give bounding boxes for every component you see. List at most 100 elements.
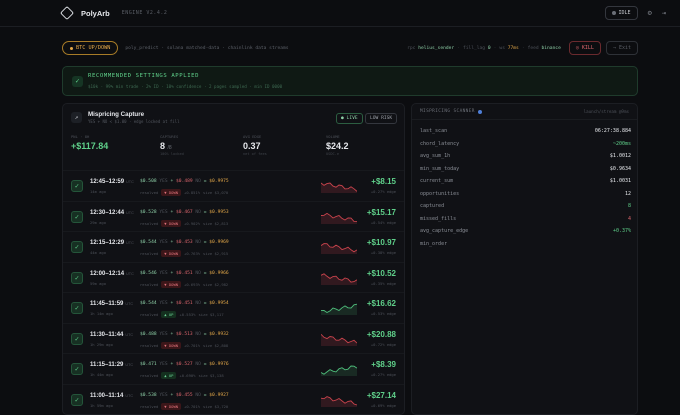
row-prices: $0.508 YES + $0.489 NO = $0.9975 — [140, 179, 229, 184]
field-value: 8 — [627, 203, 631, 209]
scanner-header: MISPRICING SCANNER — [420, 109, 482, 114]
yes-price: $0.538 — [140, 392, 157, 398]
ws-label: ws — [499, 45, 505, 51]
sum-price: $0.9953 — [209, 209, 229, 215]
row-size: size $3,070 — [203, 190, 229, 195]
row-edge: +0.69% edge — [370, 402, 396, 408]
row-size: size $2,813 — [203, 220, 229, 226]
row-ago: 29m ago — [90, 219, 107, 225]
rpc-label: rpc — [407, 45, 416, 51]
scanner-field: last_scan 06:27:38.884 — [420, 128, 631, 134]
sparkline — [321, 243, 357, 254]
direction-label: UP — [168, 312, 174, 317]
scanner-field: avg_capture_edge +0.37% — [420, 228, 631, 234]
stat-value: 0.37 — [243, 141, 261, 151]
timezone: UTC — [125, 302, 134, 306]
direction-badge: ▼ DOWN — [161, 280, 182, 288]
check-icon[interactable]: ✓ — [71, 393, 83, 406]
direction-label: DOWN — [168, 281, 179, 287]
row-time: 11:45–11:59 UTC — [90, 301, 133, 307]
check-icon[interactable]: ✓ — [71, 241, 83, 253]
table-row[interactable]: ✓ 12:15–12:29 UTC 44m ago $0.544 YES + $0.45… — [63, 231, 404, 262]
sum-price: $0.9932 — [209, 331, 229, 337]
row-ago: 14m ago — [90, 189, 107, 194]
live-label: LIVE — [346, 116, 358, 121]
yes-price: $0.488 — [140, 331, 157, 337]
kill-label: KILL — [581, 45, 594, 51]
yes-price: $0.544 — [140, 240, 157, 245]
mispricing-capture-card: ↗ Mispricing Capture YES + NO < $1.00 · … — [62, 103, 405, 415]
row-ago: 1h 59m ago — [90, 402, 113, 408]
field-key: avg_sum_1h — [420, 153, 451, 159]
sparkline — [321, 333, 357, 346]
sparkline — [321, 303, 357, 315]
engine-version: ENGINE V2.4.2 — [121, 10, 168, 16]
field-key: missed_fills — [420, 215, 457, 222]
table-row[interactable]: ✓ 11:30–11:44 UTC 1h 29m ago $0.488 YES + $0… — [63, 322, 404, 354]
row-prices: $0.528 YES + $0.467 NO = $0.9953 — [140, 209, 229, 215]
row-time: 12:00–12:14 UTC — [90, 271, 134, 277]
check-icon[interactable]: ✓ — [71, 210, 83, 223]
scanner-field: missed_fills 4 — [420, 216, 631, 222]
row-pnl: +$10.52 — [366, 268, 396, 278]
row-prices: $0.538 YES + $0.455 NO = $0.9927 — [140, 392, 229, 398]
row-prices: $0.488 YES + $0.513 NO = $0.9932 — [140, 331, 229, 337]
no-price: $0.451 — [176, 301, 193, 306]
time-range: 11:30–11:44 — [90, 331, 124, 338]
table-row[interactable]: ✓ 11:00–11:14 UTC 1h 59m ago $0.538 YES + $0… — [63, 383, 404, 415]
direction-badge: ▼ DOWN — [161, 402, 182, 410]
check-icon[interactable]: ✓ — [71, 271, 83, 284]
sparkline — [321, 182, 357, 193]
stat-label: AVG EDGE — [243, 134, 262, 139]
row-ago: 44m ago — [90, 250, 107, 255]
field-key: min_sum_today — [420, 165, 460, 172]
direction-label: DOWN — [168, 190, 179, 195]
kill-button[interactable]: ◎ KILL — [568, 41, 601, 55]
row-edge: +0.27% edge — [370, 372, 396, 377]
row-size: size $3,720 — [203, 403, 229, 409]
table-row[interactable]: ✓ 12:00–12:14 UTC 59m ago $0.546 YES + $0.45… — [63, 261, 404, 293]
status-button[interactable]: IDLE — [604, 6, 638, 20]
risk-badge[interactable]: LOW RISK — [365, 113, 398, 124]
exit-button[interactable]: → Exit — [605, 41, 638, 55]
ws-value: 77ms — [507, 45, 519, 51]
check-icon[interactable]: ✓ — [71, 302, 83, 314]
check-icon: ✓ — [72, 76, 83, 87]
feed-value: binance — [541, 45, 561, 51]
capture-subtitle: YES + NO < $1.00 · edge locked at fill — [88, 119, 180, 124]
stat-unit: /8 — [167, 145, 172, 151]
field-key: captured — [420, 203, 445, 209]
yes-price: $0.546 — [140, 270, 157, 276]
row-move: +0.553% — [179, 312, 196, 317]
market-selector[interactable]: BTC UP/DOWN — [62, 41, 119, 55]
live-badge[interactable]: ● LIVE — [336, 113, 363, 124]
check-icon[interactable]: ✓ — [71, 363, 83, 375]
table-row[interactable]: ✓ 12:45–12:59 UTC 14m ago $0.508 YES + $0.48… — [63, 170, 404, 201]
mispricing-scanner-panel: MISPRICING SCANNER launch/stream @9ms la… — [411, 103, 638, 415]
time-range: 11:15–11:29 — [90, 362, 124, 368]
gear-icon[interactable]: ⚙ — [648, 9, 652, 17]
top-bar: PolyArb ENGINE V2.4.2 IDLE ⚙ ⇥ — [0, 0, 680, 27]
sparkline — [321, 272, 357, 285]
check-icon[interactable]: ✓ — [71, 332, 83, 345]
row-meta: resolved ▲ UP +0.690% size $3,138 — [140, 372, 224, 379]
exit-label: Exit — [618, 45, 631, 51]
logout-icon[interactable]: ⇥ — [662, 9, 666, 17]
row-time: 11:00–11:14 UTC — [90, 393, 133, 399]
direction-label: UP — [168, 373, 174, 378]
recommended-title: RECOMMENDED SETTINGS APPLIED — [88, 73, 200, 79]
sum-price: $0.9966 — [209, 270, 229, 276]
row-move: +0.902% — [184, 220, 201, 226]
row-pnl: +$15.17 — [366, 207, 396, 217]
yes-price: $0.508 — [140, 179, 157, 184]
field-key: chord_latency — [420, 140, 460, 147]
scanner-field: current_sum $1.0031 — [420, 178, 631, 184]
table-row[interactable]: ✓ 11:45–11:59 UTC 1h 14m ago $0.544 YES + $0… — [63, 292, 404, 323]
table-row[interactable]: ✓ 12:30–12:44 UTC 29m ago $0.528 YES + $0.46… — [63, 200, 404, 232]
row-move: +0.701% — [184, 403, 201, 409]
stat-value: +$117.84 — [71, 141, 109, 151]
direction-badge: ▼ DOWN — [161, 189, 182, 196]
row-meta: resolved ▼ DOWN +0.902% size $2,813 — [140, 219, 229, 227]
check-icon[interactable]: ✓ — [71, 180, 83, 192]
table-row[interactable]: ✓ 11:15–11:29 UTC 1h 44m ago $0.471 YES + $0… — [63, 353, 404, 384]
